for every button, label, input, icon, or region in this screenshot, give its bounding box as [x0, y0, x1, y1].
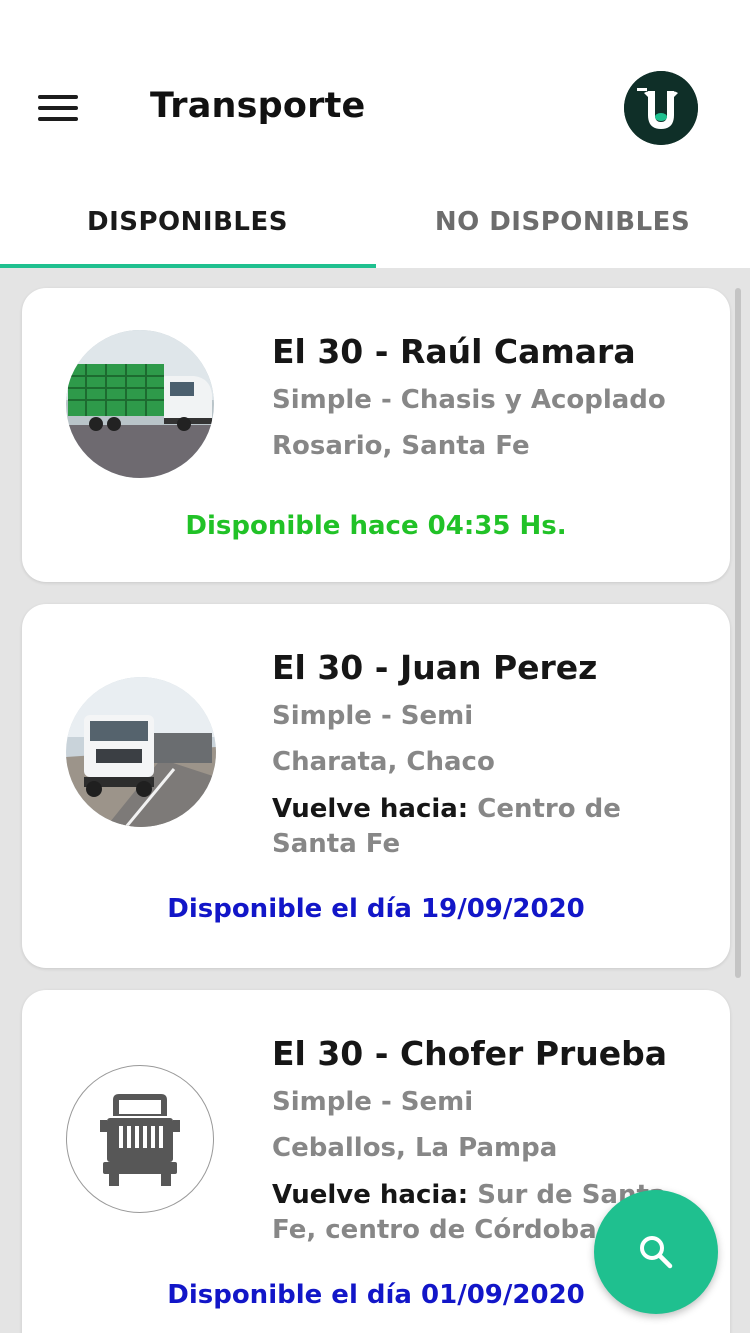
brand-logo-icon[interactable] — [624, 71, 698, 145]
driver-name: El 30 - Chofer Prueba — [272, 1034, 668, 1073]
driver-name: El 30 - Raúl Camara — [272, 332, 636, 371]
tab-no-disponibles[interactable]: NO DISPONIBLES — [375, 180, 750, 264]
tab-bar: DISPONIBLES NO DISPONIBLES — [0, 180, 750, 268]
truck-location: Ceballos, La Pampa — [272, 1133, 558, 1163]
truck-type: Simple - Chasis y Acoplado — [272, 385, 666, 415]
page-title: Transporte — [150, 86, 366, 126]
truck-type: Simple - Semi — [272, 701, 474, 731]
tab-disponibles[interactable]: DISPONIBLES — [0, 180, 375, 264]
semi-truck-photo — [66, 677, 216, 827]
search-button[interactable] — [594, 1190, 718, 1314]
truck-type: Simple - Semi — [272, 1087, 474, 1117]
search-icon — [640, 1236, 673, 1269]
availability-status: Disponible el día 19/09/2020 — [167, 894, 585, 924]
return-label: Vuelve hacia: — [272, 1180, 469, 1210]
return-destination: Vuelve hacia: Centro de Santa Fe — [272, 792, 692, 862]
transport-list[interactable]: El 30 - Raúl Camara Simple - Chasis y Ac… — [0, 268, 750, 1333]
return-label: Vuelve hacia: — [272, 794, 469, 824]
transport-card[interactable]: El 30 - Raúl Camara Simple - Chasis y Ac… — [22, 288, 730, 582]
availability-status: Disponible hace 04:35 Hs. — [185, 511, 567, 541]
cattle-truck-photo — [66, 330, 214, 478]
truck-location: Rosario, Santa Fe — [272, 431, 530, 461]
transport-card[interactable]: El 30 - Juan Perez Simple - Semi Charata… — [22, 604, 730, 968]
app-bar: Transporte — [0, 0, 750, 180]
hamburger-menu-icon[interactable] — [38, 92, 80, 126]
scrollbar[interactable] — [735, 288, 741, 978]
truck-placeholder-icon — [66, 1065, 214, 1213]
truck-location: Charata, Chaco — [272, 747, 495, 777]
driver-name: El 30 - Juan Perez — [272, 648, 598, 687]
